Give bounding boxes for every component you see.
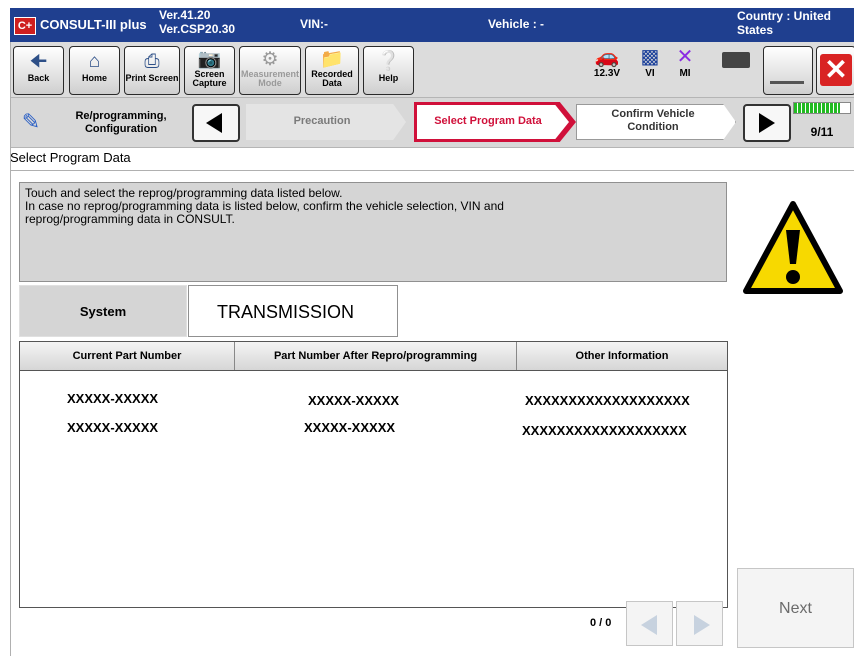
left-arrow-icon	[641, 615, 657, 635]
warning-icon	[743, 201, 843, 294]
battery-indicator-icon	[722, 52, 750, 68]
home-button[interactable]: ⌂ Home	[69, 46, 120, 95]
title-bar: C+ CONSULT-III plus Ver.41.20 Ver.CSP20.…	[10, 8, 854, 42]
section-label-line-1: Re/programming,	[75, 110, 167, 122]
home-icon: ⌂	[88, 51, 101, 72]
vehicle-label: Vehicle : -	[488, 17, 545, 31]
help-icon: ❔	[376, 51, 401, 72]
help-button[interactable]: ❔ Help	[363, 46, 414, 95]
right-arrow-icon	[694, 615, 710, 635]
system-value: TRANSMISSION	[188, 285, 398, 337]
other-information: XXXXXXXXXXXXXXXXXXX	[525, 393, 690, 408]
next-step-button[interactable]	[743, 104, 791, 142]
new-part-number: XXXXX-XXXXX	[308, 393, 400, 408]
battery-voltage: 12.3V	[593, 68, 621, 79]
step-confirm-label: Confirm Vehicle Condition	[577, 108, 729, 134]
current-part-number: XXXXX-XXXXX	[67, 420, 159, 435]
recorded-label-2: Data	[322, 78, 342, 88]
mi-disconnected-icon: ✕	[676, 46, 694, 68]
other-information: XXXXXXXXXXXXXXXXXXX	[522, 423, 687, 438]
minimize-icon	[770, 81, 804, 84]
step-confirm-vehicle: Confirm Vehicle Condition	[576, 104, 736, 140]
step-counter: 9/11	[810, 125, 834, 139]
step-current-label: Select Program Data	[434, 115, 542, 127]
table-row[interactable]: XXXXX-XXXXX XXXXX-XXXXX XXXXXXXXXXXXXXXX…	[20, 387, 727, 411]
printer-icon: ⎙	[144, 51, 160, 72]
vi-icon: ▩	[640, 46, 660, 68]
left-arrow-icon	[206, 113, 222, 133]
app-logo: C+	[14, 17, 36, 35]
program-data-table: Current Part Number Part Number After Re…	[19, 341, 728, 608]
step-select-program-data: Select Program Data	[414, 102, 576, 142]
right-arrow-icon	[759, 113, 775, 133]
page-next-button[interactable]	[676, 601, 723, 646]
table-row[interactable]: XXXXX-XXXXX XXXXX-XXXXX XXXXXXXXXXXXXXXX…	[20, 416, 727, 440]
section-label-line-2: Configuration	[84, 123, 158, 135]
version-line-2: Ver.CSP20.30	[159, 22, 236, 36]
vin-label: VIN:-	[300, 17, 328, 31]
step-precaution-label: Precaution	[293, 115, 351, 127]
reprogramming-icon: ✎	[21, 109, 41, 134]
instruction-box: Touch and select the reprog/programming …	[19, 182, 727, 282]
recorded-data-icon: 📁	[320, 49, 344, 70]
vi-label: VI	[645, 68, 655, 79]
table-header: Current Part Number Part Number After Re…	[20, 342, 727, 371]
close-button[interactable]: ✕	[816, 46, 854, 95]
current-part-number: XXXXX-XXXXX	[67, 391, 159, 406]
header-current-part-number: Current Part Number	[72, 350, 182, 362]
page-counter: 0 / 0	[590, 617, 612, 629]
page-title: Select Program Data	[10, 150, 131, 165]
back-label: Back	[27, 73, 50, 83]
home-label: Home	[81, 73, 107, 83]
close-icon: ✕	[820, 54, 852, 86]
minimize-button[interactable]	[763, 46, 813, 95]
step-confirm-label-2: Condition	[627, 121, 679, 133]
recorded-data-button[interactable]: 📁 Recorded Data	[305, 46, 359, 95]
country-line-1: Country : United	[737, 9, 831, 23]
screen-capture-label-2: Capture	[192, 78, 227, 88]
help-label: Help	[378, 73, 399, 83]
car-icon: 🚗	[594, 46, 620, 68]
mi-status: ✕ MI	[670, 46, 700, 79]
page-prev-button[interactable]	[626, 601, 673, 646]
vi-status: ▩ VI	[635, 46, 665, 79]
next-button[interactable]: Next	[737, 568, 854, 648]
screen-capture-button[interactable]: 📷 Screen Capture	[184, 46, 235, 95]
progress-fill	[794, 103, 840, 113]
battery-status: 🚗 12.3V	[587, 46, 627, 79]
app-name: CONSULT-III plus	[40, 17, 147, 32]
measurement-label-2: Mode	[258, 78, 282, 88]
system-label: System	[19, 285, 187, 337]
back-button[interactable]: 🠈 Back	[13, 46, 64, 95]
instruction-line-3: reprog/programming data in CONSULT.	[25, 212, 235, 226]
section-label: Re/programming, Configuration	[66, 110, 176, 136]
prev-step-button[interactable]	[192, 104, 240, 142]
header-other-information: Other Information	[575, 350, 669, 362]
title-divider	[10, 170, 854, 171]
step-select-program-data-inner: Select Program Data	[417, 105, 569, 139]
version-line-1: Ver.41.20	[159, 8, 211, 22]
window-left-edge	[10, 42, 11, 656]
print-screen-label: Print Screen	[125, 73, 179, 83]
header-part-number-after: Part Number After Repro/programming	[273, 350, 478, 362]
camera-icon: 📷	[197, 49, 222, 70]
progress-bar	[793, 102, 851, 114]
step-confirm-label-1: Confirm Vehicle	[611, 108, 695, 120]
print-screen-button[interactable]: ⎙ Print Screen	[124, 46, 180, 95]
country-line-2: States	[737, 23, 774, 37]
breadcrumb-bar: ✎ Re/programming, Configuration Precauti…	[10, 98, 854, 148]
measurement-icon: ⚙	[261, 49, 279, 70]
new-part-number: XXXXX-XXXXX	[304, 420, 396, 435]
measurement-mode-button[interactable]: ⚙ Measurement Mode	[239, 46, 301, 95]
back-arrow-icon: 🠈	[29, 51, 48, 72]
toolbar: 🠈 Back ⌂ Home ⎙ Print Screen 📷 Screen Ca…	[10, 42, 854, 98]
step-precaution: Precaution	[246, 104, 406, 140]
mi-label: MI	[679, 68, 691, 79]
